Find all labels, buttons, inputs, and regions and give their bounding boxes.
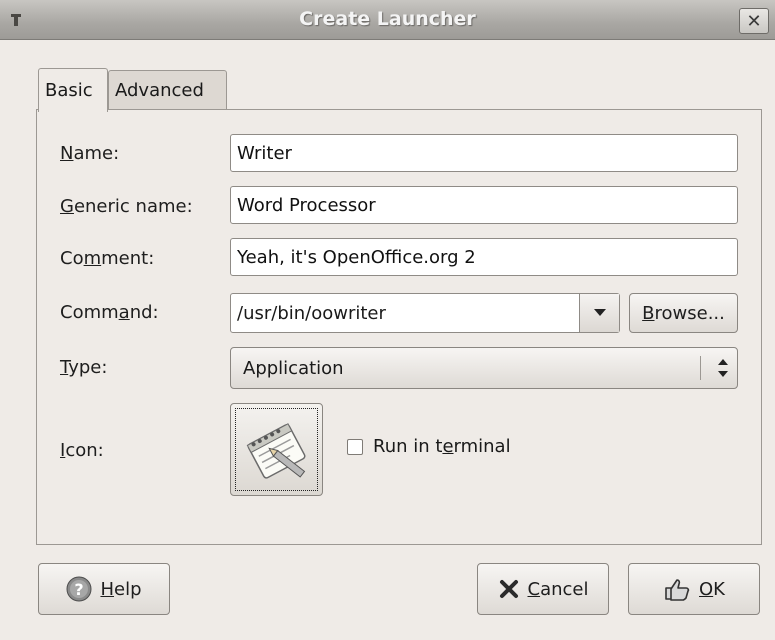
help-button-label: Help	[100, 578, 142, 600]
window-title: Create Launcher	[299, 8, 476, 30]
svg-text:?: ?	[75, 580, 84, 599]
icon-chooser-button[interactable]	[230, 403, 323, 496]
command-label: Command:	[60, 302, 159, 323]
notepad-pencil-icon	[246, 423, 306, 479]
type-label: Type:	[60, 357, 108, 378]
name-field[interactable]: Writer	[230, 134, 738, 172]
up-down-arrows-icon	[718, 359, 728, 377]
comment-label: Comment:	[60, 248, 155, 269]
comment-field[interactable]: Yeah, it's OpenOffice.org 2	[230, 238, 738, 276]
tab-advanced[interactable]: Advanced	[108, 70, 227, 110]
title-bar: Create Launcher ✕	[0, 0, 775, 40]
cancel-button-label: Cancel	[527, 578, 589, 600]
tab-basic[interactable]: Basic	[38, 68, 108, 112]
browse-button[interactable]: Browse...	[629, 293, 738, 333]
cancel-button[interactable]: Cancel	[477, 563, 609, 615]
thumbs-up-icon	[665, 579, 690, 601]
type-select-value: Application	[243, 358, 344, 379]
help-button[interactable]: ? Help	[38, 563, 170, 615]
name-label: Name:	[60, 143, 120, 164]
type-select[interactable]: Application	[230, 347, 738, 389]
run-in-terminal-checkbox[interactable]: Run in terminal	[347, 436, 511, 457]
dropdown-arrow-icon	[593, 309, 606, 316]
select-separator	[700, 356, 701, 380]
run-in-terminal-label: Run in terminal	[373, 436, 511, 457]
ok-button-label: OK	[699, 578, 725, 600]
command-value: /usr/bin/oowriter	[237, 303, 386, 324]
ok-button[interactable]: OK	[628, 563, 760, 615]
generic-name-label: Generic name:	[60, 196, 193, 217]
command-history-button[interactable]	[579, 294, 619, 332]
checkbox-box[interactable]	[347, 438, 363, 455]
command-field[interactable]: /usr/bin/oowriter	[230, 293, 620, 333]
help-icon: ?	[66, 576, 92, 602]
cancel-x-icon	[499, 580, 518, 598]
browse-button-label: Browse...	[642, 302, 725, 324]
icon-label: Icon:	[60, 440, 104, 461]
close-button[interactable]: ✕	[739, 8, 769, 34]
close-icon: ✕	[746, 10, 762, 32]
generic-name-field[interactable]: Word Processor	[230, 186, 738, 224]
tab-basic-label: Basic	[45, 80, 93, 101]
tab-advanced-label: Advanced	[115, 79, 204, 101]
